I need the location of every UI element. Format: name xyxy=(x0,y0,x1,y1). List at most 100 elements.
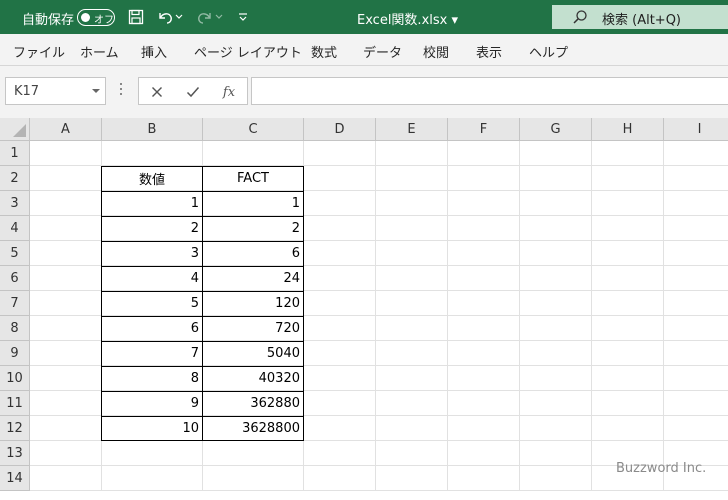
cell-e5[interactable] xyxy=(376,241,448,266)
cell-e7[interactable] xyxy=(376,291,448,316)
cell-a13[interactable] xyxy=(30,441,102,466)
file-title[interactable]: Excel関数.xlsx ▾ xyxy=(357,9,458,28)
cell-d6[interactable] xyxy=(304,266,376,291)
tab-page-layout[interactable]: ページ レイアウト xyxy=(194,42,302,61)
cell-b5[interactable]: 3 xyxy=(102,241,203,266)
cell-e13[interactable] xyxy=(376,441,448,466)
cell-i11[interactable] xyxy=(664,391,728,416)
cell-b7[interactable]: 5 xyxy=(102,291,203,316)
tab-help[interactable]: ヘルプ xyxy=(529,42,568,61)
cell-b9[interactable]: 7 xyxy=(102,341,203,366)
cell-i12[interactable] xyxy=(664,416,728,441)
cell-a10[interactable] xyxy=(30,366,102,391)
cell-f10[interactable] xyxy=(448,366,520,391)
cell-e2[interactable] xyxy=(376,166,448,191)
cell-h5[interactable] xyxy=(592,241,664,266)
row-header-7[interactable]: 7 xyxy=(0,291,30,316)
cell-h2[interactable] xyxy=(592,166,664,191)
row-header-10[interactable]: 10 xyxy=(0,366,30,391)
tab-insert[interactable]: 挿入 xyxy=(141,42,167,61)
cell-f13[interactable] xyxy=(448,441,520,466)
cell-h3[interactable] xyxy=(592,191,664,216)
cell-b3[interactable]: 1 xyxy=(102,191,203,216)
cell-h7[interactable] xyxy=(592,291,664,316)
cell-f3[interactable] xyxy=(448,191,520,216)
cell-i4[interactable] xyxy=(664,216,728,241)
cell-h12[interactable] xyxy=(592,416,664,441)
cell-d9[interactable] xyxy=(304,341,376,366)
row-header-13[interactable]: 13 xyxy=(0,441,30,466)
row-header-9[interactable]: 9 xyxy=(0,341,30,366)
cell-c12[interactable]: 3628800 xyxy=(203,416,304,441)
tab-view[interactable]: 表示 xyxy=(476,42,502,61)
cell-c8[interactable]: 720 xyxy=(203,316,304,341)
cell-a14[interactable] xyxy=(30,466,102,491)
cell-b8[interactable]: 6 xyxy=(102,316,203,341)
cell-g9[interactable] xyxy=(520,341,592,366)
cell-a12[interactable] xyxy=(30,416,102,441)
cell-g8[interactable] xyxy=(520,316,592,341)
cell-c13[interactable] xyxy=(203,441,304,466)
cell-g2[interactable] xyxy=(520,166,592,191)
cell-c9[interactable]: 5040 xyxy=(203,341,304,366)
cell-f9[interactable] xyxy=(448,341,520,366)
cell-b1[interactable] xyxy=(102,141,203,166)
cell-b10[interactable]: 8 xyxy=(102,366,203,391)
tab-data[interactable]: データ xyxy=(363,42,402,61)
cell-g13[interactable] xyxy=(520,441,592,466)
cell-c1[interactable] xyxy=(203,141,304,166)
cell-i7[interactable] xyxy=(664,291,728,316)
cancel-icon[interactable] xyxy=(147,82,167,102)
cell-f11[interactable] xyxy=(448,391,520,416)
column-header-b[interactable]: B xyxy=(102,118,203,141)
cell-i6[interactable] xyxy=(664,266,728,291)
cell-d3[interactable] xyxy=(304,191,376,216)
cell-g4[interactable] xyxy=(520,216,592,241)
column-header-h[interactable]: H xyxy=(592,118,664,141)
cell-e10[interactable] xyxy=(376,366,448,391)
cell-f2[interactable] xyxy=(448,166,520,191)
cell-a2[interactable] xyxy=(30,166,102,191)
select-all-button[interactable] xyxy=(0,118,30,141)
cell-c7[interactable]: 120 xyxy=(203,291,304,316)
row-header-8[interactable]: 8 xyxy=(0,316,30,341)
cell-a5[interactable] xyxy=(30,241,102,266)
cell-e1[interactable] xyxy=(376,141,448,166)
cell-c3[interactable]: 1 xyxy=(203,191,304,216)
cell-b13[interactable] xyxy=(102,441,203,466)
cell-c6[interactable]: 24 xyxy=(203,266,304,291)
cell-h10[interactable] xyxy=(592,366,664,391)
cell-h11[interactable] xyxy=(592,391,664,416)
cell-a3[interactable] xyxy=(30,191,102,216)
column-header-i[interactable]: I xyxy=(664,118,728,141)
cell-c10[interactable]: 40320 xyxy=(203,366,304,391)
cell-g5[interactable] xyxy=(520,241,592,266)
cell-h6[interactable] xyxy=(592,266,664,291)
row-header-5[interactable]: 5 xyxy=(0,241,30,266)
cell-e8[interactable] xyxy=(376,316,448,341)
enter-check-icon[interactable] xyxy=(183,82,203,102)
cell-c14[interactable] xyxy=(203,466,304,491)
row-header-1[interactable]: 1 xyxy=(0,141,30,166)
search-box[interactable]: 検索 (Alt+Q) xyxy=(552,5,728,29)
cell-a6[interactable] xyxy=(30,266,102,291)
cell-h4[interactable] xyxy=(592,216,664,241)
cell-g12[interactable] xyxy=(520,416,592,441)
cell-g6[interactable] xyxy=(520,266,592,291)
cell-e9[interactable] xyxy=(376,341,448,366)
row-header-3[interactable]: 3 xyxy=(0,191,30,216)
cell-d2[interactable] xyxy=(304,166,376,191)
cell-i1[interactable] xyxy=(664,141,728,166)
cell-a8[interactable] xyxy=(30,316,102,341)
name-box[interactable]: K17 xyxy=(5,77,106,105)
cell-i10[interactable] xyxy=(664,366,728,391)
row-header-6[interactable]: 6 xyxy=(0,266,30,291)
cell-d13[interactable] xyxy=(304,441,376,466)
row-header-4[interactable]: 4 xyxy=(0,216,30,241)
cell-d8[interactable] xyxy=(304,316,376,341)
cell-e11[interactable] xyxy=(376,391,448,416)
row-header-12[interactable]: 12 xyxy=(0,416,30,441)
tab-file[interactable]: ファイル xyxy=(13,42,65,61)
cell-f7[interactable] xyxy=(448,291,520,316)
cell-h9[interactable] xyxy=(592,341,664,366)
